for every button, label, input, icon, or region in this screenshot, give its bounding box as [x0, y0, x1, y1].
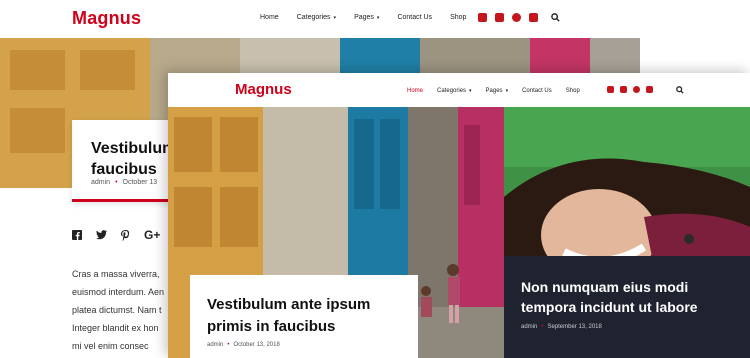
meta-separator: • [227, 342, 230, 348]
chevron-down-icon: ▾ [376, 15, 380, 21]
back-post-meta: admin • October 13 [91, 179, 157, 186]
back-nav-shop[interactable]: Shop [450, 14, 466, 21]
body-line: platea dictumst. Nam t [72, 305, 162, 315]
front-nav-categories[interactable]: Categories ▾ [437, 88, 472, 94]
search-icon[interactable] [676, 86, 684, 94]
search-icon[interactable] [551, 13, 560, 22]
front-site-logo[interactable]: Magnus [235, 81, 292, 98]
body-line: euismod interdum. Aen [72, 287, 165, 297]
back-nav-home[interactable]: Home [260, 14, 279, 21]
instagram-icon[interactable] [512, 13, 521, 22]
instagram-icon[interactable] [633, 86, 640, 93]
pinterest-icon[interactable] [121, 229, 130, 241]
post-author[interactable]: admin [207, 342, 223, 348]
facebook-icon[interactable] [607, 86, 614, 93]
meta-separator: • [541, 324, 544, 330]
google-plus-icon[interactable]: G+ [144, 228, 160, 242]
back-nav-contact[interactable]: Contact Us [397, 14, 432, 21]
back-nav-pages[interactable]: Pages ▾ [354, 14, 379, 21]
twitter-icon[interactable] [495, 13, 504, 22]
front-nav-contact[interactable]: Contact Us [522, 88, 552, 94]
meta-separator: • [115, 179, 118, 186]
front-social-links [607, 86, 653, 93]
chevron-down-icon: ▾ [469, 88, 472, 94]
back-social-links [478, 13, 538, 22]
facebook-icon[interactable] [72, 230, 82, 240]
youtube-icon[interactable] [646, 86, 653, 93]
post-author[interactable]: admin [91, 179, 110, 186]
front-site-header: Magnus Home Categories ▾ Pages ▾ Contact U… [168, 73, 750, 107]
post-meta: admin • October 13, 2018 [207, 342, 280, 348]
back-post-body: Cras a massa viverra, euismod interdum. … [72, 265, 172, 355]
back-site-logo[interactable]: Magnus [72, 8, 141, 29]
body-line: Cras a massa viverra, [72, 269, 160, 279]
youtube-icon[interactable] [529, 13, 538, 22]
back-site-header: Magnus Home Categories ▾ Pages ▾ Contact U… [0, 0, 750, 38]
facebook-icon[interactable] [478, 13, 487, 22]
chevron-down-icon: ▾ [333, 15, 337, 21]
twitter-icon[interactable] [620, 86, 627, 93]
front-nav-pages[interactable]: Pages ▾ [486, 88, 509, 94]
back-nav-categories[interactable]: Categories ▾ [297, 14, 336, 21]
post-date: October 13, 2018 [233, 342, 280, 348]
front-post-card-left[interactable]: Vestibulum ante ipsum primis in faucibus… [190, 275, 418, 358]
front-nav-shop[interactable]: Shop [566, 88, 580, 94]
twitter-icon[interactable] [96, 230, 107, 240]
body-line: Integer blandit ex hon [72, 323, 159, 333]
front-main-nav: Home Categories ▾ Pages ▾ Contact Us Shop [407, 88, 580, 94]
post-meta: admin • September 13, 2018 [521, 324, 602, 330]
chevron-down-icon: ▾ [505, 88, 509, 94]
front-post-card-right[interactable]: Non numquam eius modi tempora incidunt u… [504, 256, 750, 358]
post-date: September 13, 2018 [547, 324, 602, 330]
back-main-nav: Home Categories ▾ Pages ▾ Contact Us Shop [260, 14, 466, 21]
back-share-bar: G+ [72, 228, 160, 242]
front-nav-home[interactable]: Home [407, 88, 423, 94]
post-author[interactable]: admin [521, 324, 537, 330]
post-title[interactable]: Non numquam eius modi tempora incidunt u… [521, 277, 746, 317]
post-date: October 13 [122, 179, 158, 186]
foreground-screenshot: Magnus Home Categories ▾ Pages ▾ Contact U… [168, 73, 750, 358]
post-title[interactable]: Vestibulum ante ipsum primis in faucibus [207, 294, 417, 338]
body-line: mi vel enim consec [72, 341, 149, 351]
